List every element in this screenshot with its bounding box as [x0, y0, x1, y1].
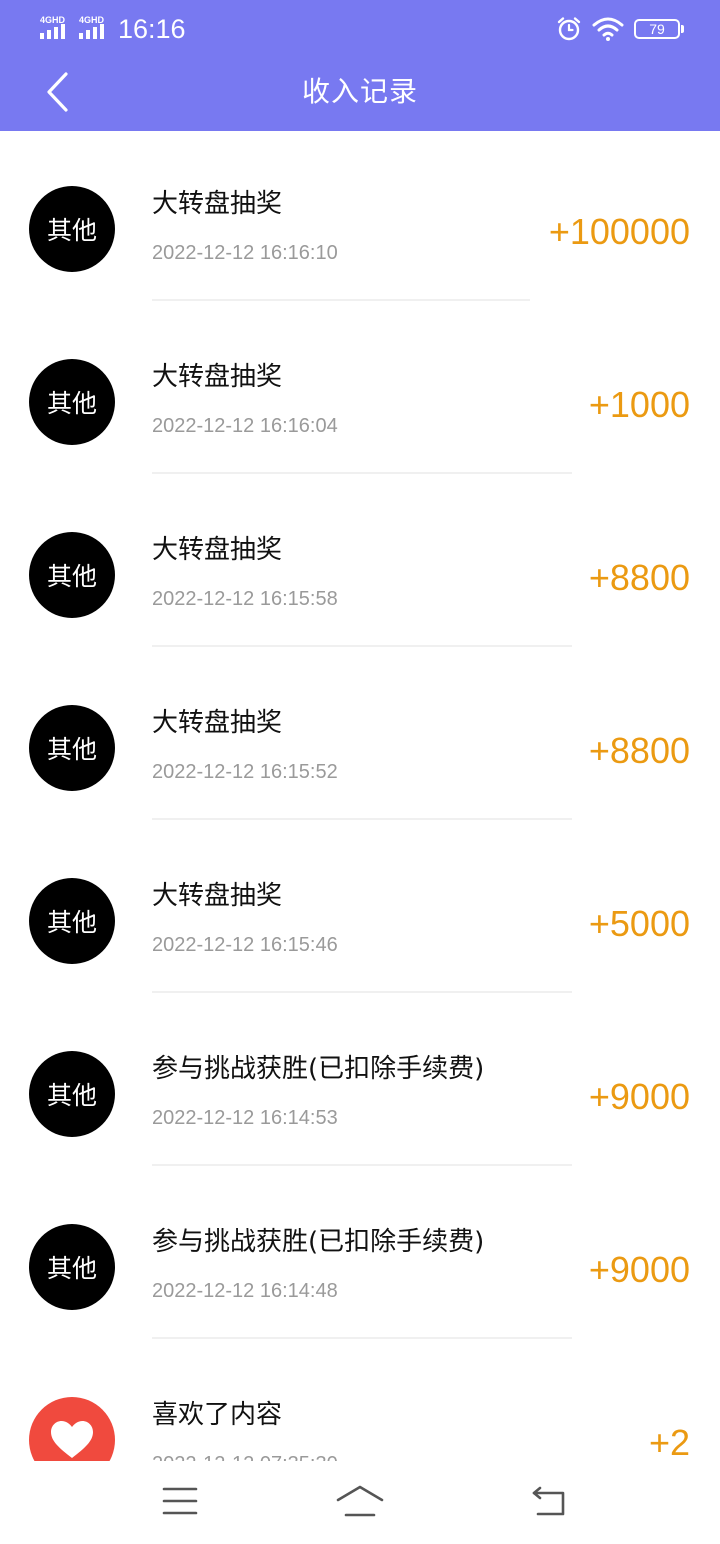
list-item[interactable]: 其他 大转盘抽奖 2022-12-12 16:16:04 +1000: [0, 304, 720, 477]
avatar: 其他: [29, 878, 115, 964]
list-item[interactable]: 其他 大转盘抽奖 2022-12-12 16:15:58 +8800: [0, 477, 720, 650]
system-navbar: [0, 1461, 720, 1544]
avatar: 其他: [29, 705, 115, 791]
list-item[interactable]: 其他 大转盘抽奖 2022-12-12 16:16:10 +100000: [0, 131, 720, 304]
app-header: 4GHD 4GHD 16:16 79 收入记录: [0, 0, 720, 131]
divider: [152, 472, 572, 474]
avatar: 其他: [29, 359, 115, 445]
record-amount: +8800: [588, 730, 690, 771]
divider: [152, 1337, 572, 1339]
list-item[interactable]: 其他 大转盘抽奖 2022-12-12 16:15:52 +8800: [0, 650, 720, 823]
heart-icon: [51, 1421, 93, 1458]
avatar: [29, 1397, 115, 1461]
menu-button[interactable]: [154, 1479, 206, 1523]
record-time: 2022-12-12 16:16:10: [152, 242, 338, 264]
record-title: 参与挑战获胜(已扣除手续费): [152, 1054, 485, 1084]
status-icons: 79: [556, 14, 684, 44]
signal-1-icon: 4GHD: [40, 15, 73, 41]
record-amount: +8800: [588, 557, 690, 598]
record-amount: +100000: [548, 211, 690, 252]
avatar: 其他: [29, 1224, 115, 1310]
record-time: 2022-12-12 16:16:04: [152, 415, 338, 437]
record-title: 参与挑战获胜(已扣除手续费): [152, 1227, 485, 1257]
record-amount: +9000: [588, 1249, 690, 1290]
home-button[interactable]: [334, 1479, 386, 1523]
record-time: 2022-12-12 07:35:30: [152, 1450, 338, 1461]
record-time: 2022-12-12 16:15:58: [152, 588, 338, 610]
list-item[interactable]: 其他 大转盘抽奖 2022-12-12 16:15:46 +5000: [0, 823, 720, 996]
back-nav-button[interactable]: [524, 1479, 576, 1523]
divider: [152, 299, 530, 301]
avatar: 其他: [29, 1051, 115, 1137]
list-item[interactable]: 其他 参与挑战获胜(已扣除手续费) 2022-12-12 16:14:48 +9…: [0, 1169, 720, 1342]
record-amount: +9000: [588, 1076, 690, 1117]
back-icon: [532, 1486, 565, 1516]
divider: [152, 1164, 572, 1166]
wifi-icon: [592, 17, 624, 41]
page-title: 收入记录: [301, 75, 418, 108]
divider: [152, 991, 572, 993]
status-time: 16:16: [118, 14, 186, 44]
record-amount: +1000: [588, 384, 690, 425]
battery-icon: 79: [634, 19, 684, 39]
record-time: 2022-12-12 16:15:46: [152, 934, 338, 956]
record-title: 大转盘抽奖: [152, 708, 283, 738]
record-title: 大转盘抽奖: [152, 189, 283, 219]
record-title: 大转盘抽奖: [152, 535, 283, 565]
record-amount: +5000: [588, 903, 690, 944]
alarm-icon: [557, 17, 581, 41]
record-amount: +2: [648, 1422, 690, 1461]
menu-icon: [162, 1487, 198, 1515]
home-icon: [336, 1485, 384, 1517]
divider: [152, 645, 572, 647]
signal-2-icon: 4GHD: [79, 15, 112, 41]
record-time: 2022-12-12 16:14:48: [152, 1280, 338, 1302]
avatar: 其他: [29, 532, 115, 618]
divider: [152, 818, 572, 820]
record-title: 喜欢了内容: [152, 1400, 283, 1430]
record-time: 2022-12-12 16:14:53: [152, 1107, 338, 1129]
list-item[interactable]: 其他 参与挑战获胜(已扣除手续费) 2022-12-12 16:14:53 +9…: [0, 996, 720, 1169]
record-title: 大转盘抽奖: [152, 881, 283, 911]
record-time: 2022-12-12 16:15:52: [152, 761, 338, 783]
list-item[interactable]: 喜欢了内容 2022-12-12 07:35:30 +2: [0, 1342, 720, 1461]
income-record-list[interactable]: 其他 大转盘抽奖 2022-12-12 16:16:10 +100000 其他 …: [0, 131, 720, 1461]
avatar: 其他: [29, 186, 115, 272]
record-title: 大转盘抽奖: [152, 362, 283, 392]
